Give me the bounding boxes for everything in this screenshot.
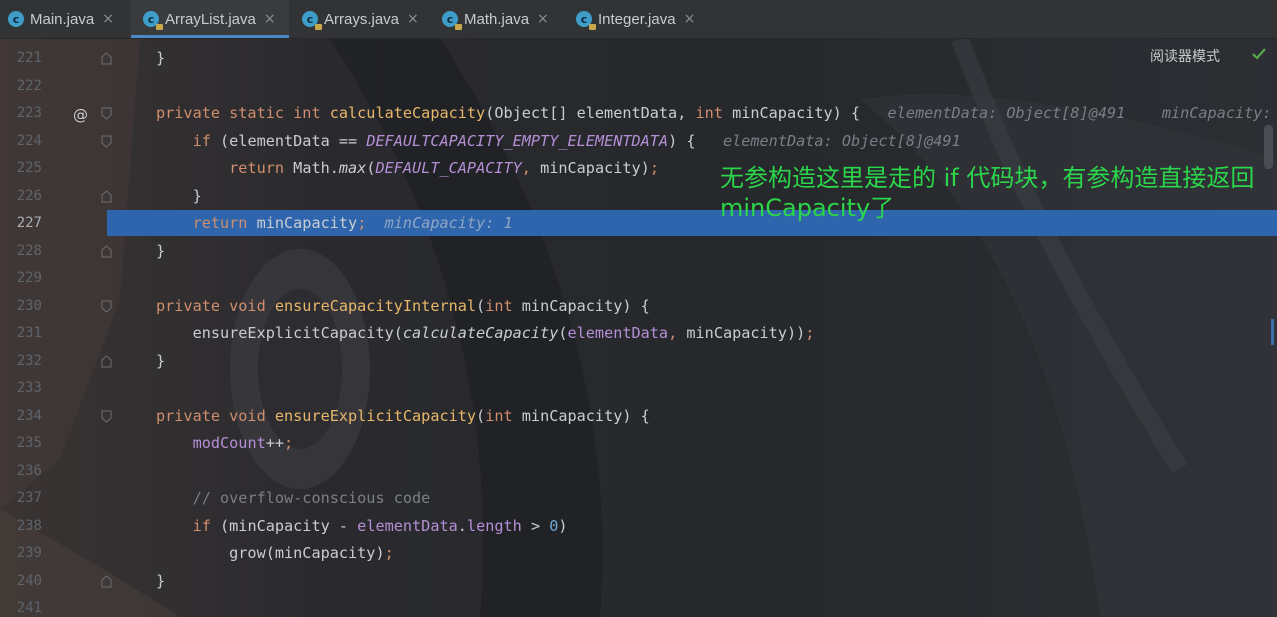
code-line: 237 // overflow-conscious code bbox=[0, 485, 1277, 513]
code-text: private void ensureCapacityInternal(int … bbox=[156, 296, 650, 315]
code-text: if (minCapacity - elementData.length > 0… bbox=[192, 516, 568, 535]
tab-arrays-java[interactable]: c Arrays.java × bbox=[302, 0, 432, 38]
ide-window: c Main.java × c ArrayList.java × c Array… bbox=[0, 0, 1277, 617]
scrollbar-marker bbox=[1271, 319, 1274, 345]
line-number: 231 bbox=[16, 325, 42, 341]
fold-end-icon[interactable] bbox=[101, 189, 112, 203]
line-number: 237 bbox=[16, 490, 42, 506]
line-number: 221 bbox=[16, 50, 42, 66]
fold-end-icon[interactable] bbox=[101, 244, 112, 258]
line-number: 239 bbox=[16, 545, 42, 561]
line-number: 241 bbox=[16, 600, 42, 616]
code-text: } bbox=[156, 186, 202, 205]
fold-start-icon[interactable] bbox=[101, 410, 112, 423]
code-line: 229 bbox=[0, 265, 1277, 293]
code-line: 238 if (minCapacity - elementData.length… bbox=[0, 513, 1277, 541]
line-number: 230 bbox=[16, 297, 42, 314]
line-number: 238 bbox=[16, 517, 42, 534]
code-text: ensureExplicitCapacity(calculateCapacity… bbox=[156, 324, 815, 342]
code-text: return Math.max(DEFAULT_CAPACITY, minCap… bbox=[229, 159, 659, 177]
code-line: 239 grow(minCapacity); bbox=[0, 540, 1277, 568]
fold-start-icon[interactable] bbox=[101, 107, 112, 120]
fold-start-icon[interactable] bbox=[101, 300, 112, 313]
code-text: private static int calculateCapacity(Obj… bbox=[156, 100, 1277, 128]
code-line: 234 private void ensureExplicitCapacity(… bbox=[0, 403, 1277, 431]
tab-arraylist-java[interactable]: c ArrayList.java × bbox=[131, 0, 289, 38]
code-text: modCount++; bbox=[192, 434, 294, 452]
fold-end-icon[interactable] bbox=[101, 574, 112, 588]
code-line: 228 } bbox=[0, 238, 1277, 266]
close-icon[interactable]: × bbox=[684, 11, 696, 27]
code-text: private void ensureExplicitCapacity(int … bbox=[156, 406, 650, 425]
code-editor[interactable]: 阅读器模式 @ 221 } 222 223 private static int… bbox=[0, 39, 1277, 617]
code-text: } bbox=[156, 241, 166, 260]
code-line: 221 } bbox=[0, 45, 1277, 73]
line-number: 236 bbox=[16, 462, 42, 479]
debug-inline-hint: elementData: Object[8]@491 bbox=[722, 131, 961, 150]
tab-label: Math.java bbox=[464, 10, 530, 28]
code-text: } bbox=[156, 571, 166, 590]
code-line: 230 private void ensureCapacityInternal(… bbox=[0, 293, 1277, 321]
code-line: 231 ensureExplicitCapacity(calculateCapa… bbox=[0, 320, 1277, 348]
code-text: } bbox=[156, 49, 166, 67]
annotation-note: 无参构造这里是走的 if 代码块，有参构造直接返回 minCapacity了 bbox=[720, 164, 1255, 222]
java-class-locked-icon: c bbox=[442, 11, 462, 30]
close-icon[interactable]: × bbox=[264, 11, 276, 27]
java-class-icon: c bbox=[8, 11, 24, 27]
line-number: 240 bbox=[16, 572, 42, 589]
close-icon[interactable]: × bbox=[537, 11, 549, 27]
tab-label: Arrays.java bbox=[324, 10, 400, 28]
close-icon[interactable]: × bbox=[407, 11, 419, 27]
code-text: return minCapacity; minCapacity: 1 bbox=[192, 214, 513, 232]
line-number: 227 bbox=[16, 215, 42, 231]
tab-label: ArrayList.java bbox=[165, 10, 256, 28]
line-number: 223 bbox=[16, 105, 42, 121]
java-class-locked-icon: c bbox=[576, 11, 596, 30]
code-text: // overflow-conscious code bbox=[192, 489, 431, 507]
tab-label: Main.java bbox=[30, 10, 95, 28]
fold-start-icon[interactable] bbox=[101, 135, 112, 148]
code-text: } bbox=[156, 351, 166, 370]
tab-integer-java[interactable]: c Integer.java × bbox=[576, 0, 711, 38]
line-number: 226 bbox=[16, 187, 42, 204]
code-line: 223 private static int calculateCapacity… bbox=[0, 100, 1277, 128]
code-text: grow(minCapacity); bbox=[156, 544, 394, 562]
close-icon[interactable]: × bbox=[102, 11, 114, 27]
code-line: 236 bbox=[0, 458, 1277, 486]
editor-tab-bar: c Main.java × c ArrayList.java × c Array… bbox=[0, 0, 1277, 39]
line-number: 222 bbox=[16, 77, 42, 94]
tab-math-java[interactable]: c Math.java × bbox=[442, 0, 567, 38]
line-number: 235 bbox=[16, 435, 42, 451]
code-text: if (elementData == DEFAULTCAPACITY_EMPTY… bbox=[192, 131, 961, 150]
code-line: 232 } bbox=[0, 348, 1277, 376]
code-line: 222 bbox=[0, 73, 1277, 101]
line-number: 232 bbox=[16, 352, 42, 369]
line-number: 224 bbox=[16, 132, 42, 149]
code-line: 233 bbox=[0, 375, 1277, 403]
line-number: 233 bbox=[16, 380, 42, 396]
debug-inline-hint: minCapacity: 1 bbox=[384, 214, 513, 232]
fold-end-icon[interactable] bbox=[101, 52, 112, 65]
line-number: 234 bbox=[16, 407, 42, 424]
java-class-locked-icon: c bbox=[302, 11, 322, 30]
tab-label: Integer.java bbox=[598, 10, 676, 28]
java-class-locked-icon: c bbox=[143, 11, 163, 30]
line-number: 225 bbox=[16, 160, 42, 176]
code-line: 241 bbox=[0, 595, 1277, 617]
vertical-scrollbar-thumb[interactable] bbox=[1264, 125, 1273, 169]
code-line: 224 if (elementData == DEFAULTCAPACITY_E… bbox=[0, 128, 1277, 156]
fold-end-icon[interactable] bbox=[101, 354, 112, 368]
code-line: 240 } bbox=[0, 568, 1277, 596]
line-number: 228 bbox=[16, 242, 42, 259]
line-number: 229 bbox=[16, 270, 42, 286]
code-line: 235 modCount++; bbox=[0, 430, 1277, 458]
debug-inline-hint: elementData: Object[8]@491 minCapacity: … bbox=[887, 104, 1277, 122]
tab-main-java[interactable]: c Main.java × bbox=[8, 0, 130, 38]
